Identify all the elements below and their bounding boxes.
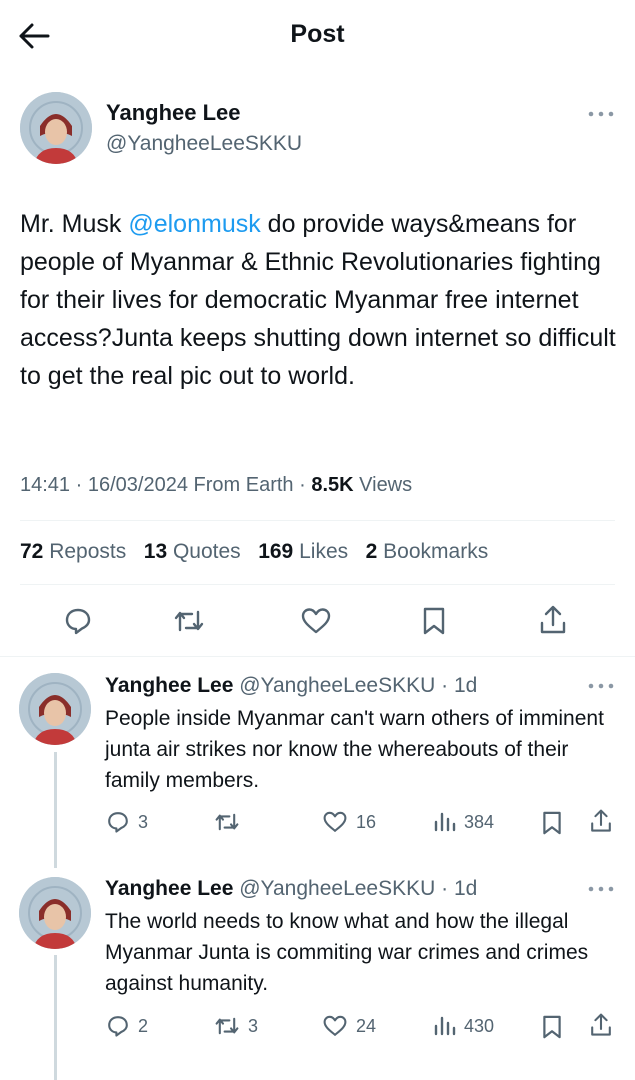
share-icon[interactable]: [589, 808, 613, 834]
reposts-count: 72: [20, 540, 44, 563]
post-meta: 14:41 · 16/03/2024 From Earth · 8.5K Vie…: [20, 474, 413, 496]
bookmark-icon[interactable]: [421, 606, 447, 636]
bookmarks-count: 2: [365, 540, 378, 563]
post-time[interactable]: 14:41: [20, 474, 70, 496]
post-text-start: Mr. Musk: [20, 210, 129, 238]
quotes-label: Quotes: [172, 540, 241, 563]
reply-action-repost[interactable]: 3: [214, 1014, 258, 1038]
reply-action-like[interactable]: 16: [322, 810, 376, 834]
views-chart-icon: [432, 1014, 456, 1038]
post-stats: 72 Reposts 13 Quotes 169 Likes 2 Bookmar…: [20, 540, 488, 564]
views-chart-icon: [432, 810, 456, 834]
reply-age[interactable]: 1d: [454, 877, 477, 900]
reply-action-reply[interactable]: 2: [106, 1014, 148, 1038]
divider: [20, 520, 615, 521]
page-title: Post: [290, 20, 345, 48]
repost-icon: [214, 1014, 240, 1038]
bookmarks-label: Bookmarks: [383, 540, 489, 563]
views-count: 384: [464, 811, 495, 832]
thread-line: [54, 955, 57, 1080]
reply-age[interactable]: 1d: [454, 674, 477, 697]
reply-icon[interactable]: [63, 606, 93, 636]
like-icon: [322, 810, 348, 834]
like-count: 16: [356, 811, 377, 832]
reply-handle[interactable]: @YangheeLeeSKKU: [239, 674, 435, 697]
reply-header: Yanghee Lee @YangheeLeeSKKU · 1d: [105, 674, 478, 697]
bookmark-icon[interactable]: [541, 1014, 563, 1040]
avatar[interactable]: [19, 877, 91, 949]
views-count: 430: [464, 1015, 495, 1036]
likes-count: 169: [258, 540, 294, 563]
repost-count: 3: [248, 1015, 259, 1036]
mention-link[interactable]: @elonmusk: [128, 210, 260, 238]
more-options-icon[interactable]: [588, 682, 614, 690]
repost-icon[interactable]: [173, 606, 205, 636]
reply-action-repost[interactable]: [214, 810, 248, 834]
share-icon[interactable]: [589, 1012, 613, 1038]
reply-header: Yanghee Lee @YangheeLeeSKKU · 1d: [105, 877, 478, 900]
more-options-icon[interactable]: [588, 110, 614, 118]
likes-label: Likes: [299, 540, 349, 563]
author-name[interactable]: Yanghee Lee: [106, 100, 241, 126]
thread-line: [54, 752, 57, 868]
quotes-stat[interactable]: 13 Quotes: [144, 540, 241, 563]
reply-icon: [106, 1014, 130, 1038]
reply-handle[interactable]: @YangheeLeeSKKU: [239, 877, 435, 900]
reply-count: 2: [138, 1015, 149, 1036]
more-options-icon[interactable]: [588, 885, 614, 893]
like-count: 24: [356, 1015, 377, 1036]
post-source: From Earth: [193, 474, 294, 496]
author-handle[interactable]: @YangheeLeeSKKU: [106, 132, 302, 156]
like-icon[interactable]: [300, 606, 332, 636]
reply-text: People inside Myanmar can't warn others …: [105, 707, 604, 792]
reply-icon: [106, 810, 130, 834]
post-date[interactable]: 16/03/2024: [88, 474, 188, 496]
post-text: Mr. Musk @elonmusk do provide ways&means…: [20, 205, 620, 395]
reposts-stat[interactable]: 72 Reposts: [20, 540, 126, 563]
section-divider: [0, 656, 635, 657]
repost-icon: [214, 810, 240, 834]
reply-author-name[interactable]: Yanghee Lee: [105, 674, 233, 697]
reposts-label: Reposts: [49, 540, 127, 563]
reply-action-like[interactable]: 24: [322, 1014, 376, 1038]
avatar[interactable]: [19, 673, 91, 745]
avatar[interactable]: [20, 92, 92, 164]
reply-text: The world needs to know what and how the…: [105, 910, 589, 995]
reply-count: 3: [138, 811, 149, 832]
divider: [20, 584, 615, 585]
bookmarks-stat[interactable]: 2 Bookmarks: [366, 540, 489, 563]
quotes-count: 13: [143, 540, 168, 563]
reply-author-name[interactable]: Yanghee Lee: [105, 877, 233, 900]
views-count: 8.5K: [311, 474, 354, 496]
reply-action-views[interactable]: 384: [432, 810, 494, 834]
share-icon[interactable]: [538, 604, 568, 636]
like-icon: [322, 1014, 348, 1038]
views-label: Views: [359, 474, 413, 496]
reply-action-reply[interactable]: 3: [106, 810, 148, 834]
bookmark-icon[interactable]: [541, 810, 563, 836]
likes-stat[interactable]: 169 Likes: [258, 540, 348, 563]
reply-action-views[interactable]: 430: [432, 1014, 494, 1038]
